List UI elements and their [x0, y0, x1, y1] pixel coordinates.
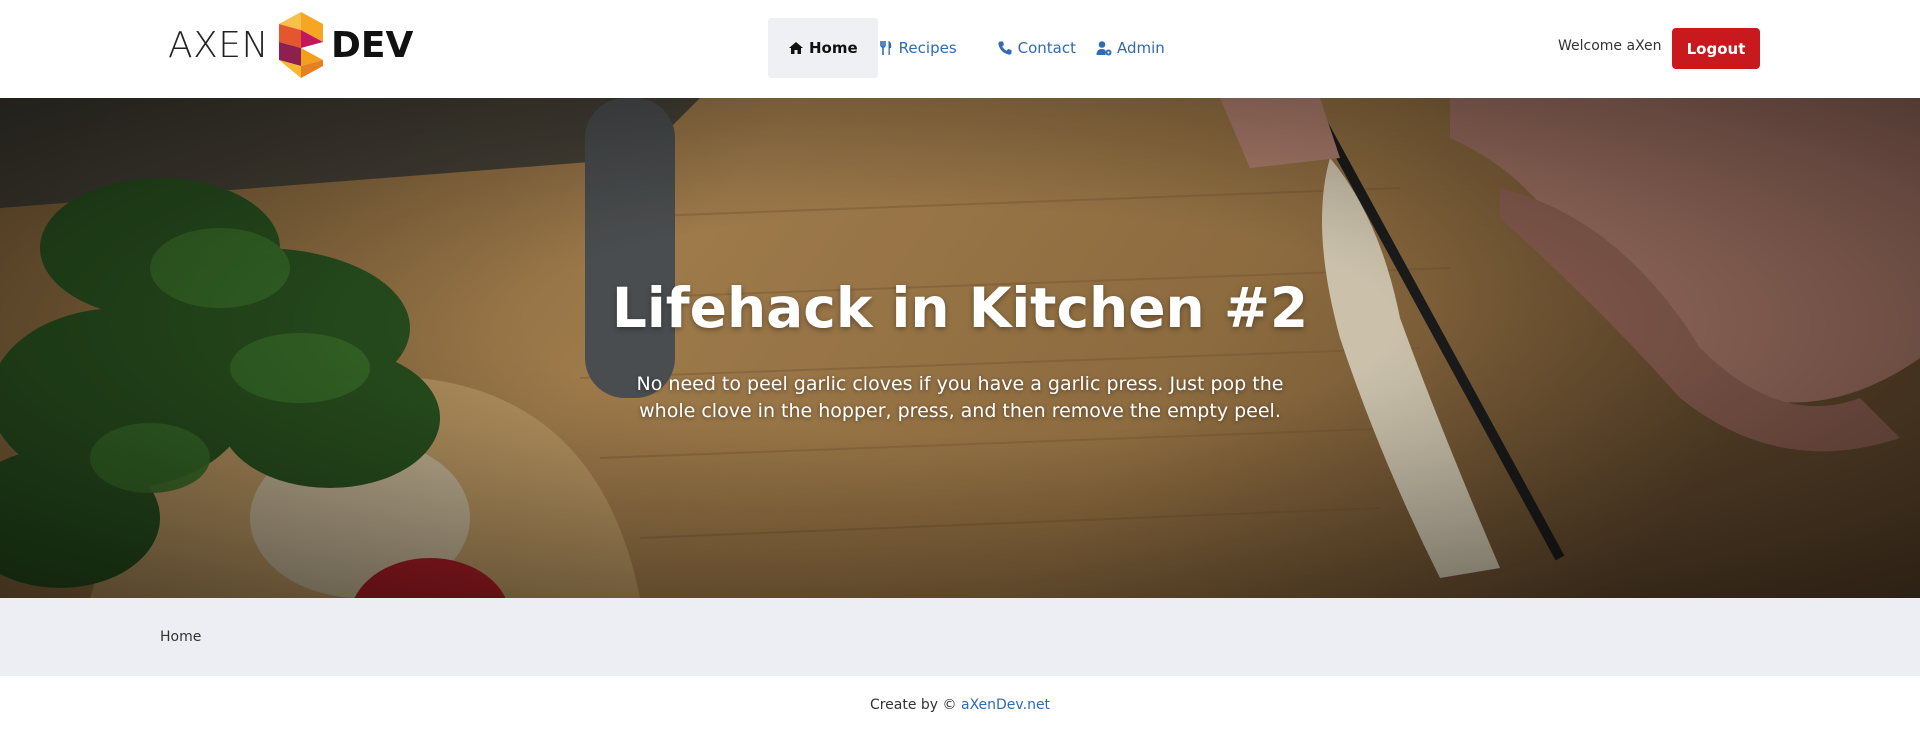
- logo-mark-icon: [278, 12, 323, 78]
- brand-text-right: DEV: [330, 24, 414, 66]
- brand-logo[interactable]: AXEN DEV: [168, 12, 413, 78]
- nav-admin[interactable]: Admin: [1096, 18, 1185, 78]
- nav-contact-label: Contact: [1017, 39, 1076, 57]
- user-gear-icon: [1096, 40, 1112, 56]
- main-nav: Home Recipes Contact Admin: [768, 18, 1185, 78]
- nav-recipes-label: Recipes: [898, 39, 957, 57]
- footer-credit-text: Create by ©: [869, 697, 957, 713]
- nav-contact[interactable]: Contact: [977, 18, 1096, 78]
- hero-title: Lifehack in Kitchen #2: [611, 276, 1309, 340]
- nav-admin-label: Admin: [1117, 39, 1165, 57]
- utensils-icon: [878, 40, 894, 56]
- phone-icon: [997, 40, 1013, 56]
- logout-button[interactable]: Logout: [1672, 28, 1760, 69]
- breadcrumb: Home: [0, 598, 1920, 676]
- breadcrumb-current: Home: [160, 629, 202, 645]
- brand-text-left: AXEN: [168, 24, 269, 66]
- welcome-text: Welcome aXen: [1558, 38, 1662, 54]
- hero-background-image: [0, 98, 1920, 598]
- home-icon: [788, 40, 804, 56]
- footer-link[interactable]: aXenDev.net: [961, 697, 1050, 713]
- page-footer: Create by © aXenDev.net: [0, 676, 1920, 735]
- nav-recipes[interactable]: Recipes: [878, 18, 977, 78]
- nav-home[interactable]: Home: [768, 18, 878, 78]
- nav-home-label: Home: [809, 39, 858, 57]
- hero-banner: Lifehack in Kitchen #2 No need to peel g…: [0, 98, 1920, 598]
- hero-description: No need to peel garlic cloves if you hav…: [636, 373, 1284, 422]
- top-navbar: AXEN DEV Home Recipes Contact Admin Welc…: [0, 0, 1920, 98]
